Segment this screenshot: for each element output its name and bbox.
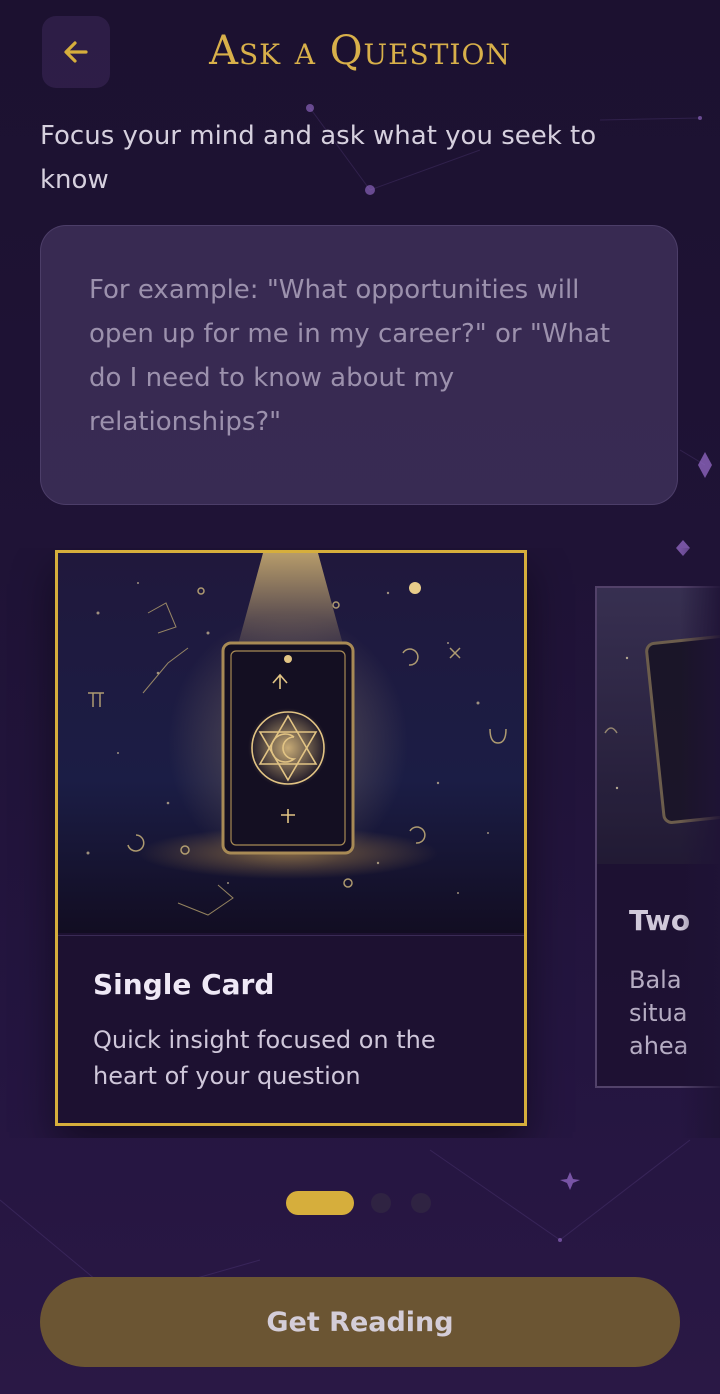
carousel-pagination [0,1191,720,1217]
question-input[interactable] [40,225,678,505]
spread-card-single[interactable]: Single Card Quick insight focused on the… [55,550,527,1126]
get-reading-button[interactable]: Get Reading [40,1277,680,1367]
pagination-dot[interactable] [411,1193,431,1213]
spread-description: Quick insight focused on the heart of yo… [93,1026,436,1090]
spread-title: Single Card [93,968,275,1001]
header: Ask a Question [0,0,720,104]
spread-carousel[interactable]: Single Card Quick insight focused on the… [0,548,720,1138]
question-prompt: Focus your mind and ask what you seek to… [40,121,597,195]
carousel-edge-fade [680,548,720,1138]
tarot-card-illustration [58,553,524,933]
pagination-dot[interactable] [371,1193,391,1213]
pagination-dot-active[interactable] [286,1191,354,1215]
spread-card-body: Single Card Quick insight focused on the… [58,935,524,1124]
page-title: Ask a Question [209,28,511,74]
